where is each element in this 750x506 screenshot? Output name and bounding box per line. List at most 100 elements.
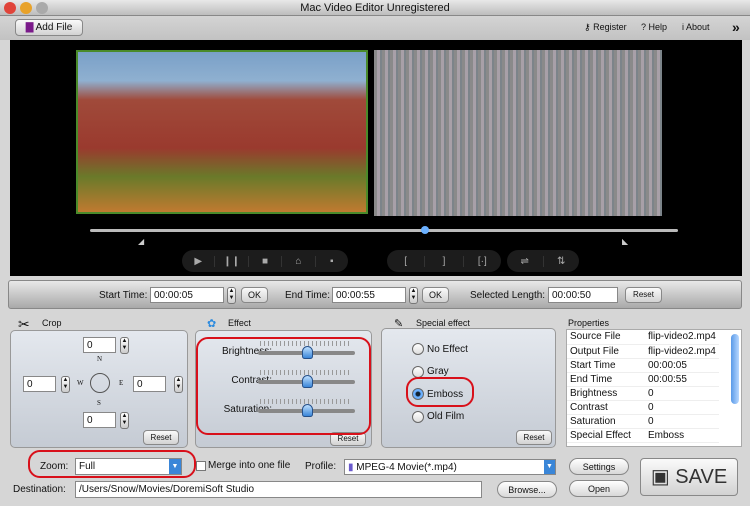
property-name: Brightness (567, 386, 645, 401)
crop-top-input[interactable]: 0 (83, 337, 116, 353)
open-button[interactable]: Open (569, 480, 629, 497)
profile-label: Profile: (305, 461, 337, 472)
destination-label: Destination: (13, 484, 66, 495)
flip-horizontal-button[interactable]: ⇌ (507, 255, 544, 267)
timeline-slider[interactable] (90, 229, 678, 232)
end-time-stepper[interactable]: ▲ ▼ (409, 287, 418, 304)
table-row: Source File flip-video2.mp4 (567, 330, 719, 345)
crop-right-stepper[interactable]: ▲ ▼ (174, 376, 183, 393)
trim-end-marker[interactable]: ◣ (622, 237, 628, 246)
property-value: Emboss (645, 428, 719, 443)
compass-e: E (119, 379, 124, 387)
property-name: Special Effect (567, 428, 645, 443)
compass-icon (90, 373, 110, 393)
compass-s: S (97, 399, 101, 407)
radio-label: No Effect (427, 343, 468, 355)
radio-no-effect[interactable]: No Effect (412, 343, 468, 355)
radio-label: Gray (427, 366, 449, 377)
flip-controls: ⇌ ⇅ (507, 250, 579, 272)
time-bar: Start Time: 00:00:05 ▲ ▼ OK End Time: 00:… (8, 280, 742, 309)
close-button[interactable] (4, 2, 16, 14)
about-link[interactable]: i About (682, 22, 710, 32)
crop-reset-button[interactable]: Reset (143, 430, 179, 445)
crop-bottom-input[interactable]: 0 (83, 412, 116, 428)
settings-button[interactable]: Settings (569, 458, 629, 475)
start-time-stepper[interactable]: ▲ ▼ (227, 287, 236, 304)
annotation-emboss-highlight (406, 377, 474, 407)
crop-panel: 0 ▲ ▼ 0 ▲ ▼ 0 ▲ ▼ 0 ▲ ▼ N S W E Reset (10, 330, 188, 448)
radio-button[interactable] (412, 410, 424, 423)
save-button[interactable]: ▣ SAVE (640, 458, 738, 496)
end-ok-button[interactable]: OK (422, 287, 449, 303)
compass-w: W (77, 379, 84, 387)
flip-vertical-button[interactable]: ⇅ (544, 256, 580, 267)
timeline-thumb[interactable] (421, 226, 430, 234)
property-value: 0 (645, 386, 719, 401)
start-time-input[interactable]: 00:00:05 (150, 287, 224, 303)
table-row: Start Time 00:00:05 (567, 358, 719, 373)
save-label: SAVE (675, 466, 728, 488)
properties-title: Properties (568, 318, 610, 328)
movie-icon: ▮ (348, 462, 354, 473)
special-effect-title: Special effect (416, 318, 470, 328)
info-icon: i (682, 22, 684, 32)
crop-left-stepper[interactable]: ▲ ▼ (61, 376, 70, 393)
folder-button[interactable]: ▪ (316, 256, 348, 267)
table-row: Output File flip-video2.mp4 (567, 344, 719, 359)
preview-area: ◢ ◣ ▶ ❙❙ ■ ⌂ ▪ [] [·] ⇌ ⇅ (10, 40, 742, 276)
table-row: Saturation 0 (567, 414, 719, 429)
selected-length-input[interactable]: 00:00:50 (548, 287, 618, 303)
more-button[interactable]: » (732, 19, 740, 35)
snapshot-button[interactable]: ⌂ (282, 255, 316, 267)
time-reset-button[interactable]: Reset (625, 287, 662, 303)
zoom-window-button[interactable] (36, 2, 48, 14)
profile-select[interactable]: ▮ MPEG-4 Movie(*.mp4) ▼ (344, 459, 556, 475)
property-name: Contrast (567, 400, 645, 415)
help-label: Help (648, 22, 668, 32)
add-file-button[interactable]: ▇ Add File (15, 19, 83, 36)
browse-button[interactable]: Browse... (497, 481, 557, 498)
original-video-frame (76, 50, 368, 214)
property-name: End Time (567, 372, 645, 387)
pause-button[interactable]: ❙❙ (215, 255, 249, 267)
special-reset-button[interactable]: Reset (516, 430, 552, 445)
crop-left-input[interactable]: 0 (23, 376, 56, 392)
annotation-zoom-highlight (28, 450, 196, 478)
crop-bottom-stepper[interactable]: ▲ ▼ (120, 412, 129, 429)
radio-button[interactable] (412, 343, 424, 355)
end-time-label: End Time: (285, 290, 331, 301)
annotation-effect-highlight (196, 337, 371, 435)
help-link[interactable]: ? Help (641, 22, 667, 32)
radio-gray[interactable]: Gray (412, 365, 449, 378)
minimize-button[interactable] (20, 2, 32, 14)
set-end-button[interactable]: ] (425, 255, 464, 267)
property-value: 0 (645, 400, 719, 415)
set-start-button[interactable]: [ (387, 255, 426, 267)
properties-table: Source File flip-video2.mp4 Output File fli… (566, 329, 742, 447)
radio-button[interactable] (412, 365, 424, 378)
merge-checkbox[interactable] (196, 461, 206, 471)
stop-button[interactable]: ■ (249, 255, 283, 267)
effect-icon: ✿ (207, 318, 217, 330)
table-row: End Time 00:00:55 (567, 372, 719, 387)
start-time-label: Start Time: (99, 290, 148, 301)
play-selection-button[interactable]: [·] (464, 256, 501, 267)
crop-top-stepper[interactable]: ▲ ▼ (120, 337, 129, 354)
register-label: Register (593, 22, 627, 32)
add-file-label: Add File (35, 22, 73, 33)
destination-input[interactable]: /Users/Snow/Movies/DoremiSoft Studio (75, 481, 482, 498)
table-row: Special Effect Emboss (567, 428, 719, 443)
properties-scrollbar[interactable] (731, 334, 739, 404)
preview-video-frame (374, 50, 662, 216)
key-icon: ⚷ (584, 22, 591, 32)
register-link[interactable]: ⚷ Register (584, 22, 627, 33)
play-button[interactable]: ▶ (182, 255, 216, 267)
end-time-input[interactable]: 00:00:55 (332, 287, 406, 303)
effect-title: Effect (228, 318, 251, 328)
question-icon: ? (641, 22, 647, 32)
crop-right-input[interactable]: 0 (133, 376, 166, 392)
start-ok-button[interactable]: OK (241, 287, 268, 303)
property-value: 00:00:05 (645, 358, 719, 373)
radio-old-film[interactable]: Old Film (412, 410, 464, 423)
trim-start-marker[interactable]: ◢ (138, 237, 144, 246)
